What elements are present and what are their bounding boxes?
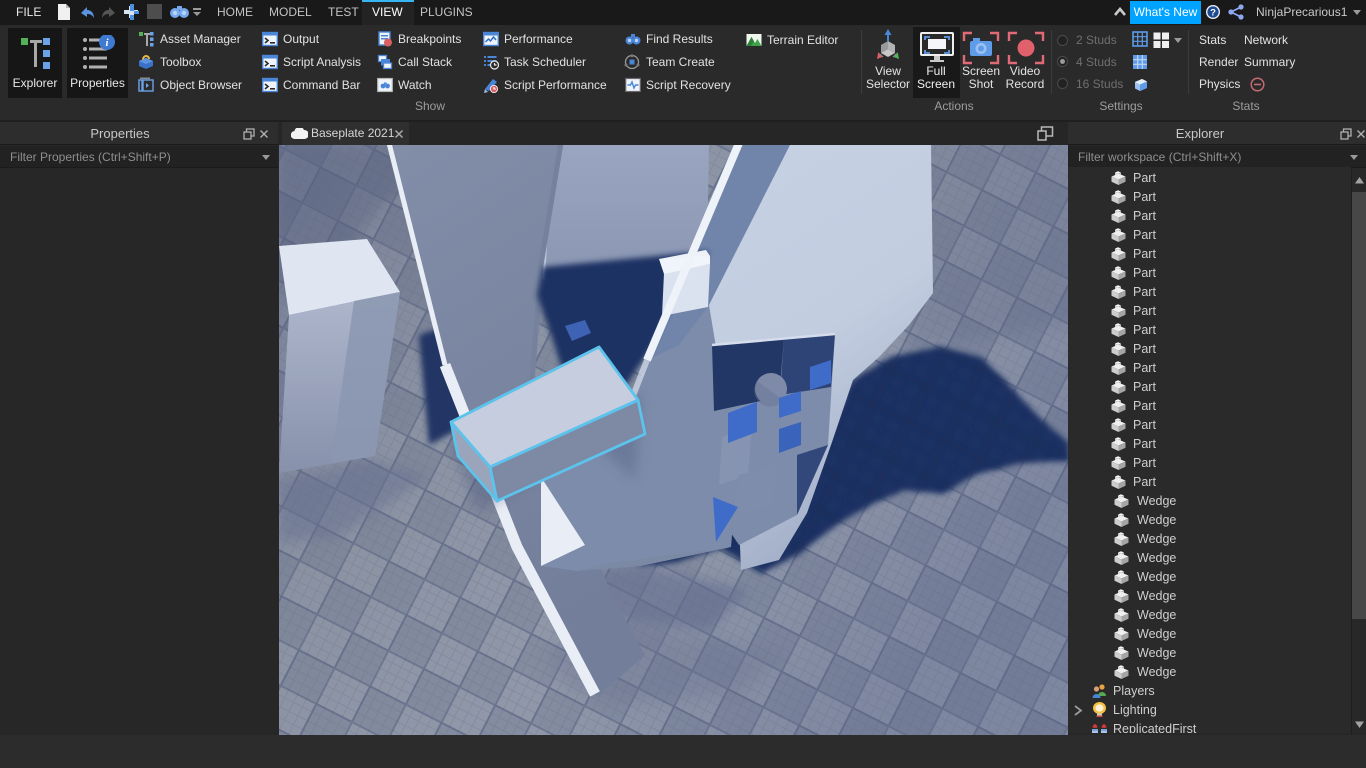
svg-text:?: ? (1210, 7, 1216, 18)
